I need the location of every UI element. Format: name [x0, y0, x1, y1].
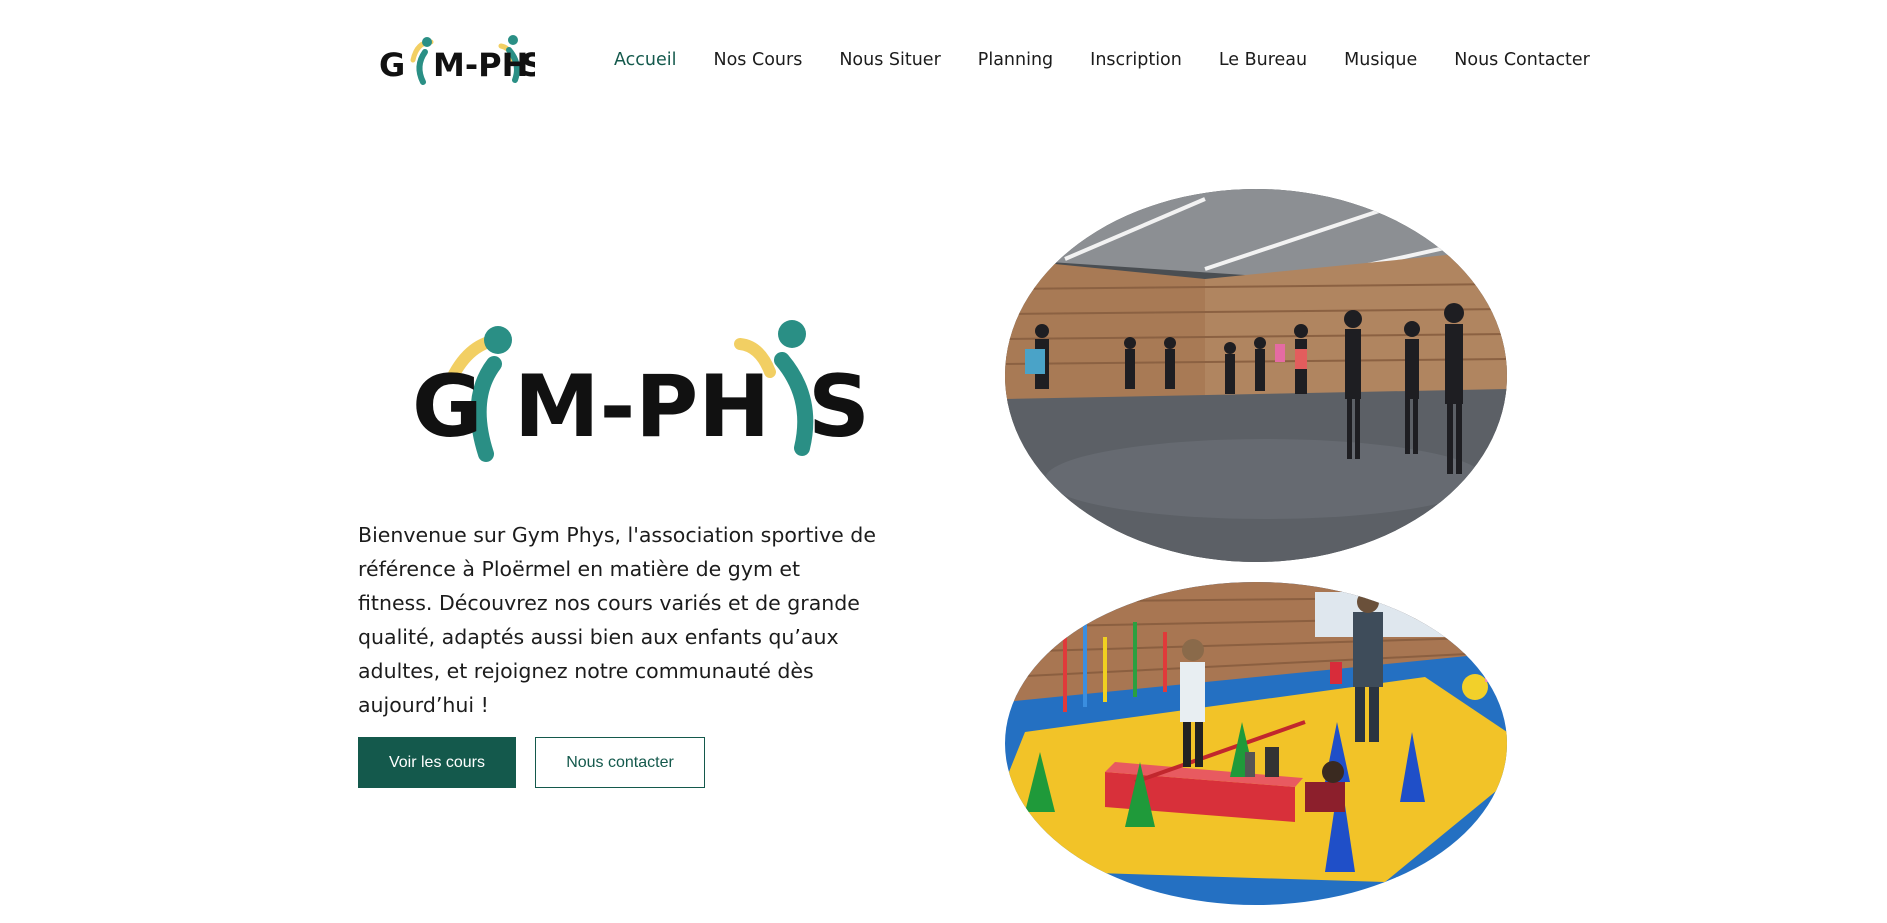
svg-text:G: G	[379, 46, 405, 84]
svg-text:M-PH: M-PH	[514, 357, 770, 457]
kids-gym-course-photo	[1005, 582, 1507, 905]
nav-item-inscription[interactable]: Inscription	[1090, 50, 1182, 70]
nav-item-nous-contacter[interactable]: Nous Contacter	[1454, 50, 1590, 70]
main-nav: Accueil Nos Cours Nous Situer Planning I…	[614, 50, 1590, 70]
svg-text:M-PH: M-PH	[433, 46, 528, 84]
nav-item-le-bureau[interactable]: Le Bureau	[1219, 50, 1307, 70]
hero-logo: G M-PH S	[412, 320, 870, 462]
nav-item-musique[interactable]: Musique	[1344, 50, 1417, 70]
view-courses-button[interactable]: Voir les cours	[358, 737, 516, 788]
nav-item-accueil[interactable]: Accueil	[614, 50, 677, 70]
nav-item-nos-cours[interactable]: Nos Cours	[714, 50, 803, 70]
contact-us-button[interactable]: Nous contacter	[535, 737, 705, 788]
site-logo[interactable]: G M-PH S	[375, 30, 535, 88]
fitness-class-photo	[1005, 189, 1507, 562]
svg-text:G: G	[412, 357, 483, 457]
nav-item-nous-situer[interactable]: Nous Situer	[839, 50, 940, 70]
svg-text:S: S	[808, 357, 870, 457]
site-header: G M-PH S Accueil Nos Cours Nous Situer P…	[0, 0, 1887, 125]
intro-text: Bienvenue sur Gym Phys, l'association sp…	[358, 523, 876, 717]
nav-item-planning[interactable]: Planning	[978, 50, 1053, 70]
svg-text:S: S	[521, 46, 535, 84]
